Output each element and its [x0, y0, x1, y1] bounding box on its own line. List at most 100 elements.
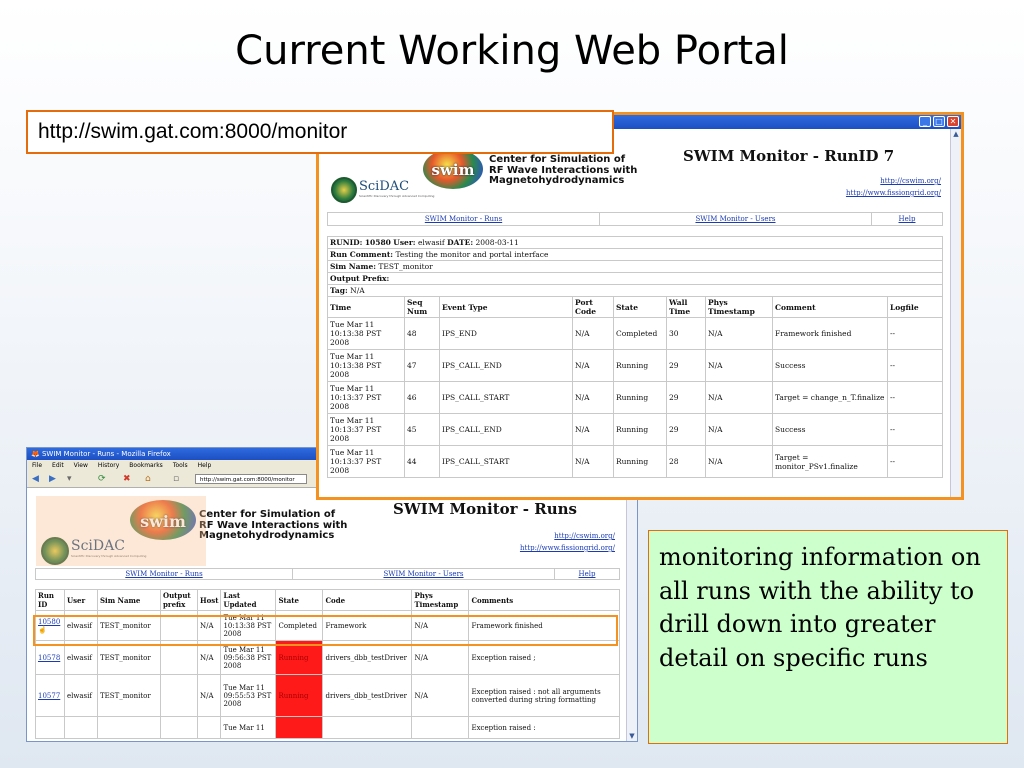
fissiongrid-link[interactable]: http://www.fissiongrid.org/: [789, 189, 941, 197]
nav-runs-link[interactable]: SWIM Monitor - Runs: [36, 569, 293, 579]
menu-tools[interactable]: Tools: [173, 460, 188, 471]
cell-port-code: N/A: [572, 413, 614, 446]
menu-file[interactable]: File: [32, 460, 42, 471]
table-row[interactable]: 10578 elwasif TEST_monitor N/A Tue Mar 1…: [35, 640, 620, 675]
cell-logfile[interactable]: --: [887, 349, 943, 382]
address-bar[interactable]: http://swim.gat.com:8000/monitor: [195, 474, 307, 484]
col-comment: Comment: [772, 296, 888, 318]
cell-last-updated: Tue Mar 11 10:13:38 PST 2008: [220, 610, 277, 641]
col-state: State: [613, 296, 667, 318]
menu-bookmarks[interactable]: Bookmarks: [129, 460, 163, 471]
menu-history[interactable]: History: [98, 460, 119, 471]
cell-phys-timestamp: N/A: [705, 317, 773, 350]
cell-state: Running: [613, 445, 667, 478]
menu-edit[interactable]: Edit: [52, 460, 64, 471]
col-host: Host: [196, 589, 222, 611]
cell-logfile[interactable]: --: [887, 445, 943, 478]
cell-phys-timestamp: N/A: [411, 640, 470, 675]
scroll-up-icon[interactable]: ▲: [951, 129, 961, 139]
table-row[interactable]: Tue Mar 11 10:13:38 PST 2008 47 IPS_CALL…: [327, 349, 943, 382]
table-row[interactable]: Tue Mar 11 10:13:38 PST 2008 48 IPS_END …: [327, 317, 943, 350]
cell-comment: Target = monitor_PSv1.finalize: [772, 445, 888, 478]
slide-title: Current Working Web Portal: [235, 28, 789, 74]
cell-code: [322, 716, 413, 739]
cell-comments: Framework finished: [468, 610, 620, 641]
col-event-type: Event Type: [439, 296, 573, 318]
cell-phys-timestamp: N/A: [411, 610, 470, 641]
cell-sim-name: TEST_monitor: [97, 640, 161, 675]
col-phys-timestamp: Phys Timestamp: [411, 589, 470, 611]
sim-name-value: TEST_monitor: [378, 262, 433, 271]
cell-wall-time: 30: [666, 317, 706, 350]
cell-logfile[interactable]: --: [887, 381, 943, 414]
nav-users-link[interactable]: SWIM Monitor - Users: [600, 213, 872, 225]
run-id-link[interactable]: 10580: [38, 618, 60, 626]
nav-help-link[interactable]: Help: [872, 213, 942, 225]
run-id-link[interactable]: 10577: [38, 692, 60, 700]
reload-icon[interactable]: ⟳: [98, 474, 106, 484]
scidac-label: SciDAC: [359, 179, 410, 194]
cswim-link[interactable]: http://cswim.org/: [467, 532, 615, 540]
runs-table-header-row: Run ID User Sim Name Output prefix Host …: [35, 589, 620, 611]
cell-wall-time: 29: [666, 381, 706, 414]
nav-runs-link[interactable]: SWIM Monitor - Runs: [328, 213, 600, 225]
runs-scrollbar[interactable]: ▼: [626, 487, 637, 741]
cell-comments: Exception raised : not all arguments con…: [468, 674, 620, 717]
table-row[interactable]: Tue Mar 11 Exception raised :: [35, 716, 620, 739]
portal-url-label: http://swim.gat.com:8000/monitor: [26, 110, 614, 154]
table-row[interactable]: Tue Mar 11 10:13:37 PST 2008 44 IPS_CALL…: [327, 445, 943, 478]
cell-output-prefix: [160, 640, 198, 675]
scidac-logo-icon: [41, 537, 69, 565]
table-row[interactable]: Tue Mar 11 10:13:37 PST 2008 45 IPS_CALL…: [327, 413, 943, 446]
run-info-row: RUNID: 10580 User: elwasif DATE: 2008-03…: [327, 236, 943, 249]
dropdown-arrow-icon[interactable]: ▾: [67, 474, 72, 484]
cell-logfile[interactable]: --: [887, 317, 943, 350]
cell-event-type: IPS_CALL_END: [439, 349, 573, 382]
scroll-down-icon[interactable]: ▼: [627, 731, 637, 741]
cell-port-code: N/A: [572, 445, 614, 478]
cell-phys-timestamp: N/A: [705, 445, 773, 478]
col-port-code: Port Code: [572, 296, 614, 318]
cell-code: drivers_dbb_testDriver: [322, 640, 413, 675]
cell-user: elwasif: [64, 640, 98, 675]
menu-help[interactable]: Help: [198, 460, 212, 471]
cell-host: N/A: [196, 610, 222, 641]
cell-time: Tue Mar 11 10:13:38 PST 2008: [327, 317, 405, 350]
scidac-label: SciDAC: [71, 538, 125, 554]
run-events-table: RUNID: 10580 User: elwasif DATE: 2008-03…: [327, 236, 943, 478]
stop-icon[interactable]: ✖: [123, 474, 131, 484]
home-icon[interactable]: ⌂: [145, 474, 151, 484]
back-arrow-icon[interactable]: ◀: [32, 474, 39, 484]
swim-logo-text: swim: [431, 161, 475, 179]
cell-wall-time: 29: [666, 349, 706, 382]
forward-arrow-icon[interactable]: ▶: [49, 474, 56, 484]
runid-label: RUNID:: [330, 238, 363, 247]
scidac-subtitle: Scientific Discovery through Advanced Co…: [359, 194, 435, 198]
run-id-link[interactable]: 10578: [38, 654, 60, 662]
cswim-link[interactable]: http://cswim.org/: [789, 177, 941, 185]
cell-host: N/A: [196, 674, 222, 717]
minimize-icon[interactable]: _: [919, 116, 931, 127]
run-comment-label: Run Comment:: [330, 250, 394, 259]
cell-output-prefix: [160, 716, 198, 739]
runid-scrollbar[interactable]: ▲: [950, 129, 961, 497]
maximize-icon[interactable]: □: [933, 116, 945, 127]
table-row[interactable]: 10580 ☝ elwasif TEST_monitor N/A Tue Mar…: [35, 610, 620, 641]
cell-comment: Success: [772, 349, 888, 382]
table-row[interactable]: Tue Mar 11 10:13:37 PST 2008 46 IPS_CALL…: [327, 381, 943, 414]
menu-view[interactable]: View: [74, 460, 88, 471]
runid-page-title: SWIM Monitor - RunID 7: [683, 147, 895, 165]
cell-host: [196, 716, 222, 739]
tag-row: Tag: N/A: [327, 284, 943, 297]
fissiongrid-link[interactable]: http://www.fissiongrid.org/: [467, 544, 615, 552]
cell-logfile[interactable]: --: [887, 413, 943, 446]
table-row[interactable]: 10577 elwasif TEST_monitor N/A Tue Mar 1…: [35, 674, 620, 717]
nav-users-link[interactable]: SWIM Monitor - Users: [293, 569, 555, 579]
cell-seq-num: 45: [404, 413, 440, 446]
cell-sim-name: [97, 716, 161, 739]
cell-phys-timestamp: N/A: [705, 381, 773, 414]
nav-help-link[interactable]: Help: [555, 569, 619, 579]
sim-name-row: Sim Name: TEST_monitor: [327, 260, 943, 273]
close-icon[interactable]: ✕: [947, 116, 959, 127]
output-prefix-row: Output Prefix:: [327, 272, 943, 285]
